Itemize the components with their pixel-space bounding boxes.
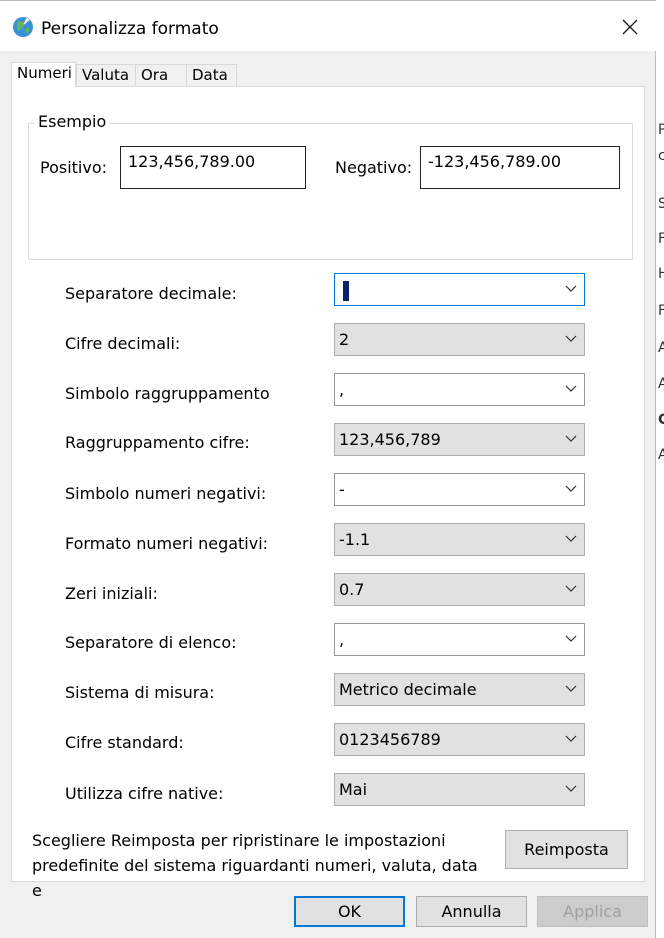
chevron-down-icon: [565, 485, 577, 492]
negative-format-label: Formato numeri negativi:: [65, 534, 269, 553]
chevron-down-icon: [565, 435, 577, 442]
numbers-tab-panel: Esempio Positivo: 123,456,789.00 Negativ…: [11, 86, 645, 900]
reset-button[interactable]: Reimposta: [505, 830, 628, 869]
combo-value: 0123456789: [339, 730, 441, 749]
bg-fragment: P: [658, 122, 664, 138]
bg-fragment: F: [658, 231, 664, 247]
apply-button[interactable]: Applica: [537, 896, 648, 927]
native-digits-label: Utilizza cifre native:: [65, 784, 224, 803]
standard-digits-label: Cifre standard:: [65, 733, 184, 752]
digit-grouping-label: Raggruppamento cifre:: [65, 433, 250, 452]
measurement-system-combo[interactable]: Metrico decimale: [334, 673, 585, 706]
decimal-digits-combo[interactable]: 2: [334, 323, 585, 356]
leading-zeros-label: Zeri iniziali:: [65, 584, 158, 603]
bg-fragment: S: [658, 196, 664, 212]
native-digits-combo[interactable]: Mai: [334, 773, 585, 806]
combo-value: ,: [339, 380, 345, 399]
digit-grouping-combo[interactable]: 123,456,789: [334, 423, 585, 456]
measurement-system-label: Sistema di misura:: [65, 683, 215, 702]
close-icon: [622, 19, 638, 35]
bg-fragment: F: [658, 303, 664, 319]
bg-fragment: A: [658, 447, 664, 463]
tab-valuta[interactable]: Valuta: [76, 64, 136, 86]
negative-sign-label: Simbolo numeri negativi:: [65, 484, 267, 503]
decimal-digits-label: Cifre decimali:: [65, 334, 181, 353]
cancel-button[interactable]: Annulla: [416, 896, 527, 927]
bg-fragment: H: [658, 266, 664, 282]
bg-fragment: c: [658, 148, 664, 164]
negative-label: Negativo:: [335, 158, 413, 177]
grouping-symbol-label: Simbolo raggruppamento: [65, 384, 270, 403]
positive-example-box: 123,456,789.00: [120, 146, 306, 189]
background-window-edge: P c S F H F A A C A: [657, 0, 664, 938]
decimal-separator-combo[interactable]: [334, 273, 585, 306]
customize-format-dialog: Personalizza formato Numeri Valuta Ora D…: [0, 0, 656, 938]
leading-zeros-combo[interactable]: 0.7: [334, 573, 585, 606]
combo-value: -1.1: [339, 530, 371, 549]
text-cursor: [343, 280, 349, 301]
chevron-down-icon: [565, 285, 577, 292]
ok-button[interactable]: OK: [294, 896, 405, 927]
combo-value: -: [339, 480, 345, 499]
chevron-down-icon: [565, 585, 577, 592]
reset-info-line-1: Scegliere Reimposta per ripristinare le …: [32, 831, 446, 850]
negative-format-combo[interactable]: -1.1: [334, 523, 585, 556]
combo-value: 2: [339, 330, 350, 349]
dialog-title: Personalizza formato: [41, 19, 219, 39]
example-legend: Esempio: [35, 112, 110, 131]
chevron-down-icon: [565, 785, 577, 792]
bg-fragment: A: [658, 376, 664, 392]
tab-numeri[interactable]: Numeri: [11, 62, 76, 88]
grouping-symbol-combo[interactable]: ,: [334, 373, 585, 406]
example-groupbox: Esempio Positivo: 123,456,789.00 Negativ…: [28, 112, 633, 260]
globe-icon: [13, 16, 33, 37]
chevron-down-icon: [565, 735, 577, 742]
tab-ora[interactable]: Ora: [135, 64, 187, 86]
chevron-down-icon: [565, 685, 577, 692]
standard-digits-combo[interactable]: 0123456789: [334, 723, 585, 756]
negative-sign-combo[interactable]: -: [334, 473, 585, 506]
positive-label: Positivo:: [40, 158, 108, 177]
bg-fragment: A: [658, 340, 664, 356]
decimal-separator-label: Separatore decimale:: [65, 284, 237, 303]
combo-value: ,: [339, 630, 345, 649]
close-button[interactable]: [610, 7, 650, 47]
chevron-down-icon: [565, 635, 577, 642]
reset-info-text: Scegliere Reimposta per ripristinare le …: [32, 828, 492, 903]
chevron-down-icon: [565, 385, 577, 392]
combo-value: 0.7: [339, 580, 365, 599]
combo-value: Metrico decimale: [339, 680, 477, 699]
tab-data[interactable]: Data: [186, 64, 237, 86]
combo-value: 123,456,789: [339, 430, 441, 449]
negative-example-box: -123,456,789.00: [420, 146, 620, 189]
combo-value: Mai: [339, 780, 368, 799]
title-bar[interactable]: Personalizza formato: [0, 0, 656, 51]
bg-fragment: C: [658, 412, 664, 428]
chevron-down-icon: [565, 535, 577, 542]
chevron-down-icon: [565, 335, 577, 342]
list-separator-combo[interactable]: ,: [334, 623, 585, 656]
list-separator-label: Separatore di elenco:: [65, 633, 237, 652]
